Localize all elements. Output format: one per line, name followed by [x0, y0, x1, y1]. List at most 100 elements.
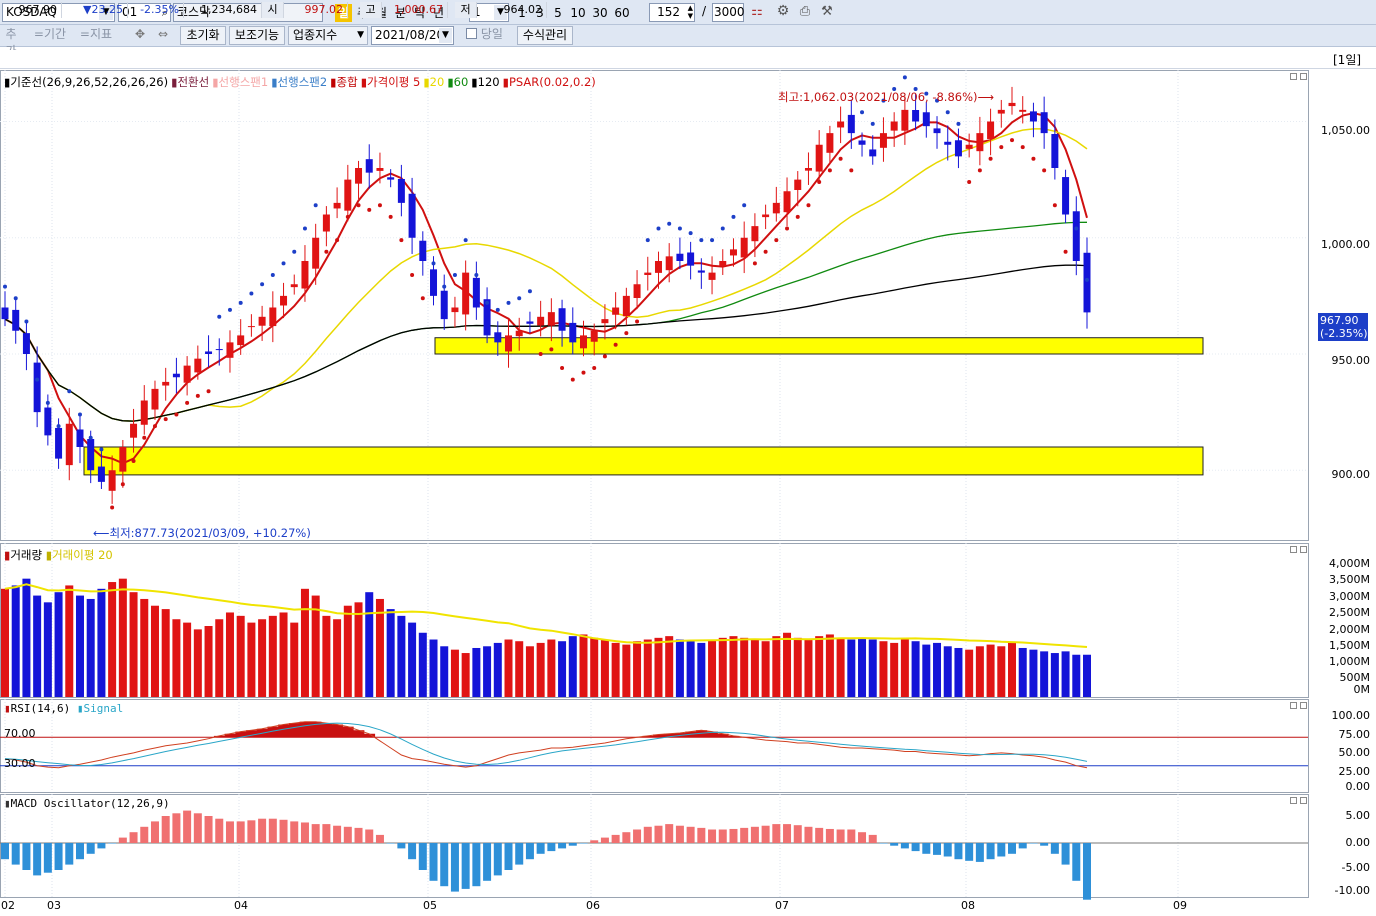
minute-step-3[interactable]: 10: [568, 4, 588, 22]
minute-step-5[interactable]: 60: [612, 4, 632, 22]
candle-body: [622, 295, 630, 317]
volume-bar: [954, 647, 963, 697]
close-icon[interactable]: [1300, 73, 1307, 80]
psar-dot: [1063, 249, 1068, 254]
close-icon[interactable]: [1300, 702, 1307, 709]
volume-bar: [65, 585, 74, 697]
psar-dot: [785, 226, 790, 231]
psar-dot: [185, 400, 190, 405]
psar-dot: [142, 435, 147, 440]
candle-body: [1072, 211, 1080, 261]
tools-icon[interactable]: ⚒: [818, 3, 836, 22]
candle-body: [194, 358, 202, 373]
psar-dot: [720, 226, 725, 231]
macd-bar: [472, 843, 481, 887]
psar-dot: [977, 168, 982, 173]
max-count-field[interactable]: 3000: [712, 3, 745, 22]
psar-dot: [88, 435, 93, 440]
move-icon[interactable]: ✥: [130, 26, 150, 45]
month-tick-label: 02: [1, 899, 15, 912]
grid-settings-icon[interactable]: ⚏: [748, 3, 766, 22]
volume-bar: [161, 609, 170, 697]
minimize-icon[interactable]: [1290, 702, 1297, 709]
volume-bar: [654, 637, 663, 697]
indicator-button[interactable]: =지표: [76, 26, 116, 45]
gear-icon[interactable]: ⚙: [774, 3, 792, 22]
close-icon[interactable]: [1300, 797, 1307, 804]
candle-body: [226, 342, 234, 358]
spinner-arrows-icon[interactable]: ▲ ▼: [688, 4, 693, 20]
volume-bar: [922, 644, 931, 697]
candle-body: [965, 144, 973, 149]
psar-dot: [945, 110, 950, 115]
volume-bar: [118, 578, 127, 697]
resize-icon[interactable]: ⇔: [153, 26, 173, 45]
volume-bar: [108, 582, 117, 697]
chevron-down-icon[interactable]: ▼: [357, 27, 364, 44]
print-icon[interactable]: ⎙: [796, 3, 814, 22]
same-day-checkbox[interactable]: 당일: [466, 26, 512, 45]
month-tick-label: 04: [234, 899, 248, 912]
macd-bar: [386, 843, 395, 844]
volume-bar: [911, 641, 920, 697]
candle-body: [654, 261, 662, 273]
candle-body: [644, 272, 652, 275]
sector-index-select[interactable]: 업종지수 ▼: [288, 26, 368, 45]
chevron-down-icon[interactable]: ▼: [439, 28, 452, 43]
add-button[interactable]: 추가: [0, 26, 22, 58]
minimize-icon[interactable]: [1290, 797, 1297, 804]
macd-bar: [215, 818, 224, 843]
count-spinner[interactable]: 152 ▲ ▼: [649, 3, 695, 22]
period-button[interactable]: =기간: [30, 26, 70, 45]
minute-step-2[interactable]: 5: [550, 4, 566, 22]
candle-body: [237, 335, 245, 346]
volume-bar: [965, 649, 974, 697]
volume-tick-label: 2,000M: [1329, 623, 1370, 636]
rsi-overbought-fill: [288, 723, 301, 738]
volume-bar: [997, 646, 1006, 697]
candle-body: [944, 141, 952, 145]
stock-chart[interactable]: [0, 70, 1376, 916]
last-price-tag: 967.90 (-2.35%): [1318, 313, 1368, 341]
minute-step-4[interactable]: 30: [590, 4, 610, 22]
reset-button[interactable]: 초기화: [180, 26, 226, 45]
candle-body: [205, 351, 213, 354]
macd-bar: [279, 819, 288, 843]
checkbox-icon[interactable]: [466, 28, 477, 39]
macd-bar: [922, 843, 931, 854]
volume-bar: [847, 639, 856, 697]
candle-body: [708, 272, 716, 280]
date-picker[interactable]: 2021/08/20 ▼: [371, 26, 454, 45]
psar-dot: [999, 145, 1004, 150]
minimize-icon[interactable]: [1290, 73, 1297, 80]
rsi-overbought-fill: [278, 724, 290, 738]
candle-body: [183, 365, 191, 383]
psar-dot: [710, 238, 715, 243]
macd-bar: [536, 843, 545, 854]
minimize-icon[interactable]: [1290, 546, 1297, 553]
candle-body: [344, 179, 352, 211]
candle-body: [569, 322, 577, 343]
candle-body: [44, 407, 52, 436]
aux-function-button[interactable]: 보조기능: [229, 26, 285, 45]
psar-dot: [817, 179, 822, 184]
volume-bar: [1, 588, 9, 697]
candle-body: [269, 307, 277, 327]
candle-body: [108, 470, 116, 491]
volume-tick-label: 2,500M: [1329, 606, 1370, 619]
macd-bar: [493, 843, 502, 876]
volume-bar: [43, 602, 52, 697]
psar-dot: [324, 249, 329, 254]
candle-body: [55, 427, 63, 459]
candle-body: [472, 277, 480, 308]
macd-tick-label: -10.00: [1334, 884, 1370, 897]
volume-bar: [750, 639, 759, 697]
volume-bar: [54, 592, 63, 697]
close-icon[interactable]: [1300, 546, 1307, 553]
psar-dot: [249, 291, 254, 296]
macd-bar: [525, 843, 534, 860]
formula-manage-button[interactable]: 수식관리: [517, 26, 573, 45]
psar-dot: [35, 377, 40, 382]
legend-item-4: ▮종합: [330, 75, 358, 89]
price-tick-label: 1,000.00: [1321, 238, 1370, 251]
